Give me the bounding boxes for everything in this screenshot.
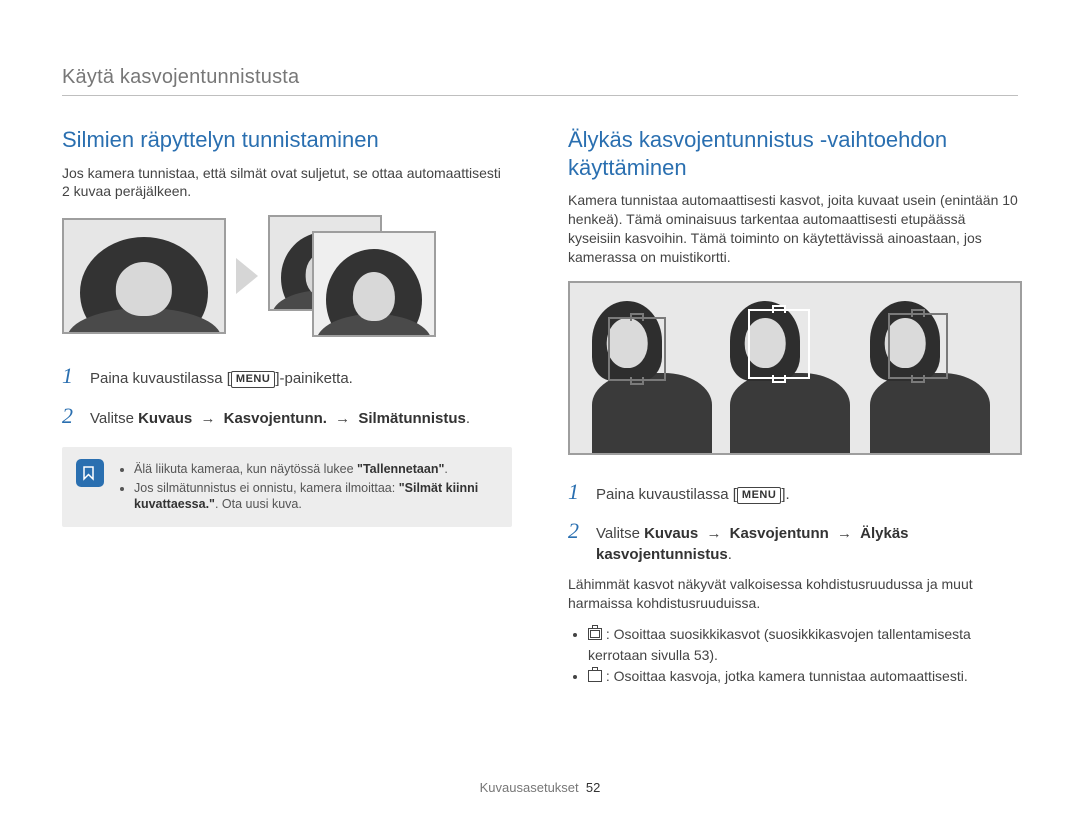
step-text: Paina kuvaustilassa [MENU]-painiketta. <box>90 369 512 389</box>
example-photo-closed-eyes <box>62 218 226 334</box>
right-intro: Kamera tunnistaa automaattisesti kasvot,… <box>568 191 1018 267</box>
note-item-2: Jos silmätunnistus ei onnistu, kamera il… <box>134 480 498 514</box>
legend-item-1: : Osoittaa suosikkikasvot (suosikkikasvo… <box>588 624 1018 666</box>
r-step1-before: Paina kuvaustilassa [ <box>596 486 737 503</box>
left-intro: Jos kamera tunnistaa, että silmät ovat s… <box>62 164 512 202</box>
arrow-inline-icon: → <box>335 409 350 429</box>
focus-box-gray-2 <box>888 313 948 379</box>
r-step2-suffix: . <box>728 546 732 563</box>
burst-stack <box>268 215 438 337</box>
step-number: 1 <box>62 361 80 391</box>
arrow-inline-icon: → <box>706 524 721 544</box>
right-aftertext: Lähimmät kasvot näkyvät valkoisessa kohd… <box>568 575 1018 614</box>
step1-after: ]-painiketta. <box>275 370 353 387</box>
step2-prefix: Valitse <box>90 410 138 427</box>
left-step-2: 2 Valitse Kuvaus → Kasvojentunn. → Silmä… <box>62 401 512 431</box>
arrow-inline-icon: → <box>837 524 852 544</box>
step-text: Paina kuvaustilassa [MENU]. <box>596 485 1018 505</box>
note-list: Älä liikuta kameraa, kun näytössä lukee … <box>118 459 498 516</box>
left-column: Silmien räpyttelyn tunnistaminen Jos kam… <box>62 126 512 693</box>
legend2-text: : Osoittaa kasvoja, jotka kamera tunnist… <box>606 668 968 684</box>
manual-page: Käytä kasvojentunnistusta Silmien räpytt… <box>0 0 1080 815</box>
left-step-1: 1 Paina kuvaustilassa [MENU]-painiketta. <box>62 361 512 391</box>
step-number: 1 <box>568 477 586 507</box>
burst-photo-2 <box>312 231 436 337</box>
step-number: 2 <box>62 401 80 431</box>
blink-example-row <box>62 215 512 337</box>
page-number: 52 <box>586 780 600 795</box>
focus-double-icon <box>588 628 602 640</box>
step-number: 2 <box>568 516 586 546</box>
two-column-layout: Silmien räpyttelyn tunnistaminen Jos kam… <box>62 126 1018 693</box>
focus-box-gray-1 <box>608 317 666 381</box>
r-step2-path-2: Kasvojentunn <box>730 525 829 542</box>
arrow-inline-icon: → <box>200 409 215 429</box>
note1-a: Älä liikuta kameraa, kun näytössä lukee <box>134 462 357 476</box>
r-step2-prefix: Valitse <box>596 525 644 542</box>
focus-box-white <box>748 309 810 379</box>
step1-before: Paina kuvaustilassa [ <box>90 370 231 387</box>
note2-b: . Ota uusi kuva. <box>215 497 302 511</box>
note-item-1: Älä liikuta kameraa, kun näytössä lukee … <box>134 461 498 478</box>
arrow-icon <box>236 258 258 294</box>
r-step2-path-1: Kuvaus <box>644 525 698 542</box>
note2-a: Jos silmätunnistus ei onnistu, kamera il… <box>134 481 399 495</box>
note1-quote: "Tallennetaan" <box>357 462 444 476</box>
note1-b: . <box>444 462 447 476</box>
smart-face-example <box>568 281 1022 455</box>
menu-badge: MENU <box>231 371 275 388</box>
left-section-title: Silmien räpyttelyn tunnistaminen <box>62 126 512 154</box>
step2-path-3: Silmätunnistus <box>358 410 466 427</box>
note-icon <box>76 459 104 487</box>
step2-path-2: Kasvojentunn. <box>224 410 327 427</box>
step2-suffix: . <box>466 410 470 427</box>
r-step1-after: ]. <box>781 486 789 503</box>
step-text: Valitse Kuvaus → Kasvojentunn → Älykäs k… <box>596 524 1018 565</box>
right-column: Älykäs kasvojentunnistus -vaihtoehdon kä… <box>568 126 1018 693</box>
menu-badge: MENU <box>737 487 781 504</box>
footer-section: Kuvausasetukset <box>480 780 579 795</box>
note-box: Älä liikuta kameraa, kun näytössä lukee … <box>62 447 512 528</box>
page-footer: Kuvausasetukset 52 <box>0 780 1080 795</box>
step-text: Valitse Kuvaus → Kasvojentunn. → Silmätu… <box>90 409 512 429</box>
step2-path-1: Kuvaus <box>138 410 192 427</box>
focus-single-icon <box>588 670 602 682</box>
right-section-title: Älykäs kasvojentunnistus -vaihtoehdon kä… <box>568 126 1018 181</box>
right-step-1: 1 Paina kuvaustilassa [MENU]. <box>568 477 1018 507</box>
legend-item-2: : Osoittaa kasvoja, jotka kamera tunnist… <box>588 666 1018 687</box>
legend-list: : Osoittaa suosikkikasvot (suosikkikasvo… <box>568 624 1018 687</box>
legend1-text: : Osoittaa suosikkikasvot (suosikkikasvo… <box>588 626 971 663</box>
breadcrumb: Käytä kasvojentunnistusta <box>62 36 1018 96</box>
right-step-2: 2 Valitse Kuvaus → Kasvojentunn → Älykäs… <box>568 516 1018 565</box>
